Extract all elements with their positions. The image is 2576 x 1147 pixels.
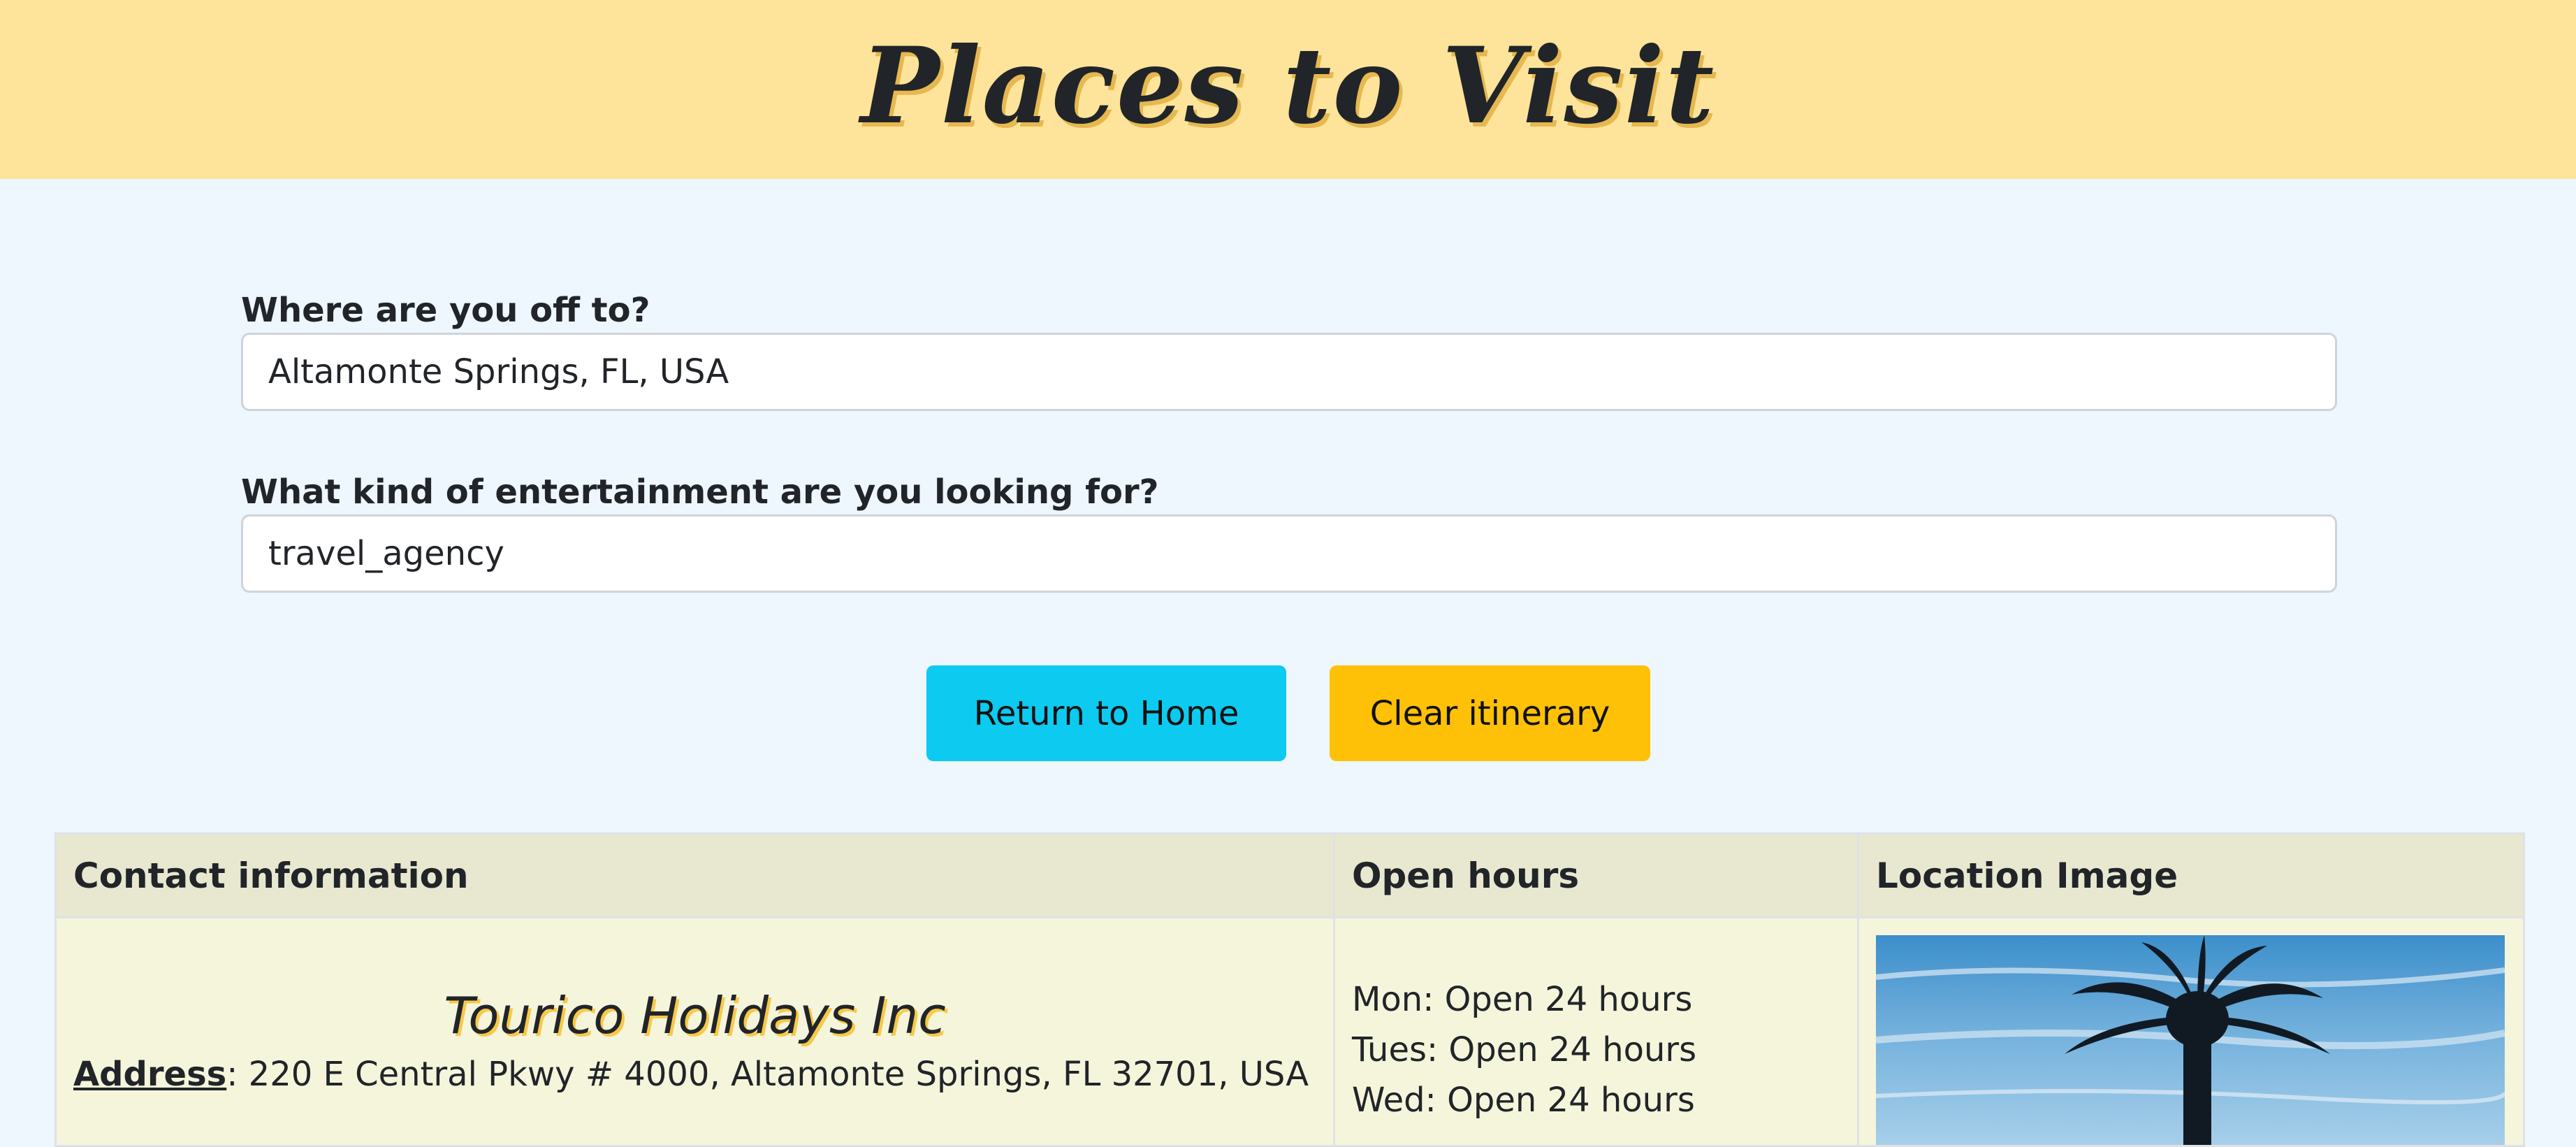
address-label: Address <box>73 1055 227 1095</box>
entertainment-label: What kind of entertainment are you looki… <box>241 472 1159 512</box>
hours-wednesday: Wed: Open 24 hours <box>1352 1081 1695 1120</box>
destination-input[interactable] <box>241 333 2337 411</box>
contact-cell: Tourico Holidays Inc Address: 220 E Cent… <box>54 916 1335 1147</box>
hours-tuesday: Tues: Open 24 hours <box>1352 1030 1697 1069</box>
hours-cell: Mon: Open 24 hours Tues: Open 24 hours W… <box>1333 916 1859 1147</box>
header-open-hours: Open hours <box>1333 832 1859 918</box>
address-value: : 220 E Central Pkwy # 4000, Altamonte S… <box>226 1055 1309 1095</box>
site-header: Places to Visit <box>0 0 2576 179</box>
entertainment-input[interactable] <box>241 514 2337 593</box>
location-image <box>1876 935 2505 1145</box>
header-location-image: Location Image <box>1857 832 2525 918</box>
clear-itinerary-button[interactable]: Clear itinerary <box>1330 665 1650 761</box>
places-table: Contact information Open hours Location … <box>54 832 2525 1147</box>
palm-tree-icon <box>1876 935 2505 1145</box>
image-cell <box>1857 916 2525 1147</box>
hours-list: Mon: Open 24 hours Tues: Open 24 hours W… <box>1352 974 1857 1125</box>
address-line: Address: 220 E Central Pkwy # 4000, Alta… <box>73 1055 1333 1095</box>
return-home-button[interactable]: Return to Home <box>926 665 1286 761</box>
table-row: Tourico Holidays Inc Address: 220 E Cent… <box>54 916 2525 1147</box>
hours-monday: Mon: Open 24 hours <box>1352 980 1693 1019</box>
table-header-row: Contact information Open hours Location … <box>54 832 2525 918</box>
entertainment-group: What kind of entertainment are you looki… <box>241 470 2337 593</box>
destination-group: Where are you off to? <box>241 288 2337 411</box>
destination-label: Where are you off to? <box>241 291 650 330</box>
page-title: Places to Visit <box>860 24 1716 147</box>
header-contact-information: Contact information <box>54 832 1335 918</box>
place-name: Tourico Holidays Inc <box>444 986 946 1045</box>
